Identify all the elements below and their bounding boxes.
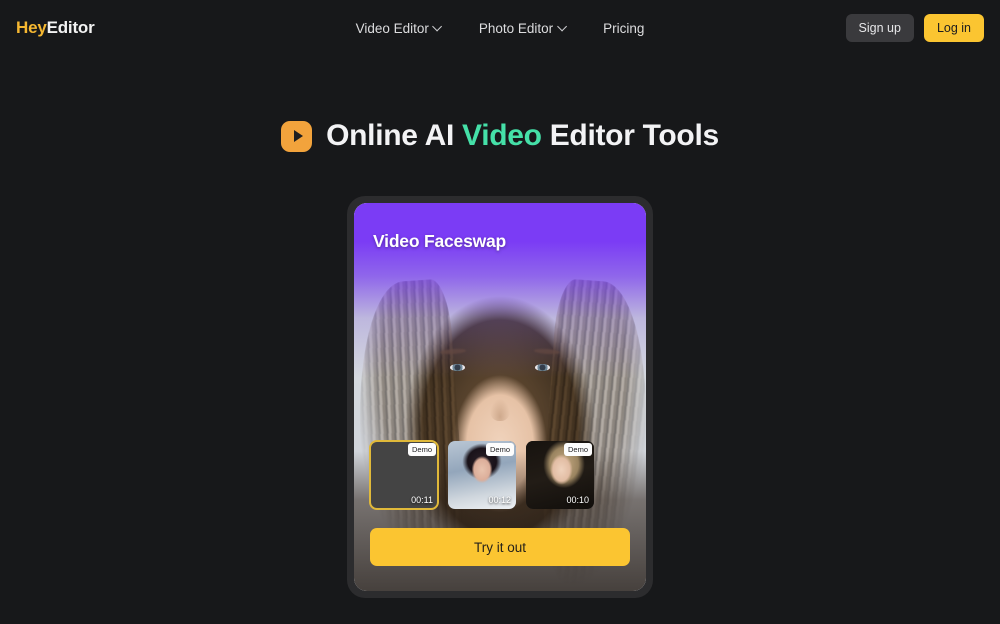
nav-item-label: Photo Editor bbox=[478, 20, 554, 36]
purple-gradient-overlay bbox=[354, 203, 646, 378]
duration-label: 00:12 bbox=[488, 495, 511, 505]
site-header: HeyEditor Video Editor Photo Editor Pric… bbox=[0, 0, 1000, 56]
feature-card[interactable]: Video Faceswap Demo 00:11 Demo 00:12 Dem… bbox=[354, 203, 646, 591]
duration-label: 00:10 bbox=[566, 495, 589, 505]
nav-item-pricing[interactable]: Pricing bbox=[603, 21, 644, 36]
main-nav: Video Editor Photo Editor Pricing bbox=[356, 21, 645, 36]
demo-badge: Demo bbox=[485, 443, 514, 456]
demo-thumbnail-1[interactable]: Demo 00:11 bbox=[369, 440, 439, 510]
brand-logo[interactable]: HeyEditor bbox=[16, 18, 95, 38]
feature-card-frame: Video Faceswap Demo 00:11 Demo 00:12 Dem… bbox=[347, 196, 653, 598]
demo-thumbnail-2[interactable]: Demo 00:12 bbox=[448, 441, 516, 509]
header-actions: Sign up Log in bbox=[845, 14, 984, 42]
title-part-before: Online AI bbox=[326, 119, 463, 152]
demo-badge: Demo bbox=[563, 443, 592, 456]
log-in-button[interactable]: Log in bbox=[923, 14, 984, 42]
demo-badge: Demo bbox=[407, 443, 436, 456]
sign-up-button[interactable]: Sign up bbox=[845, 14, 914, 42]
page-title: Online AI Video Editor Tools bbox=[326, 119, 719, 153]
logo-text-editor: Editor bbox=[46, 18, 95, 37]
play-badge-icon bbox=[281, 120, 313, 152]
nav-item-label: Video Editor bbox=[355, 20, 429, 36]
demo-thumbnail-3[interactable]: Demo 00:10 bbox=[526, 441, 594, 509]
nose-decor bbox=[490, 398, 510, 421]
play-triangle-icon bbox=[293, 130, 303, 142]
title-part-after: Editor Tools bbox=[541, 119, 719, 152]
chevron-down-icon bbox=[558, 22, 567, 31]
hero-heading: Online AI Video Editor Tools bbox=[0, 119, 1000, 153]
chevron-down-icon bbox=[434, 22, 443, 31]
title-highlight: Video bbox=[462, 119, 542, 152]
demo-thumbnail-list: Demo 00:11 Demo 00:12 Demo 00:10 bbox=[369, 440, 630, 510]
try-it-out-button[interactable]: Try it out bbox=[370, 528, 630, 566]
duration-label: 00:11 bbox=[411, 495, 433, 505]
nav-item-label: Pricing bbox=[603, 20, 645, 36]
nav-item-video-editor[interactable]: Video Editor bbox=[356, 21, 443, 36]
card-title: Video Faceswap bbox=[373, 231, 507, 251]
logo-text-hey: Hey bbox=[16, 18, 47, 37]
nav-item-photo-editor[interactable]: Photo Editor bbox=[479, 21, 567, 36]
